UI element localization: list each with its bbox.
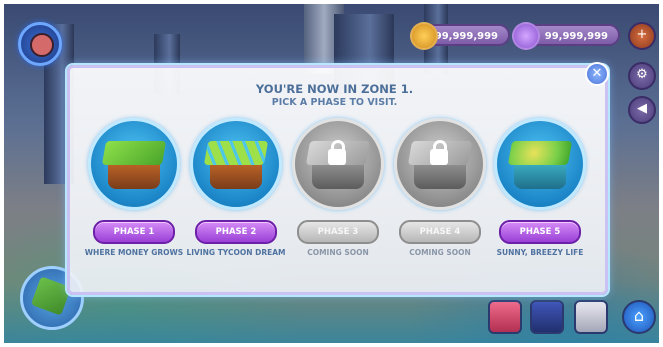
home-icon: ⌂ (633, 306, 645, 325)
phase-5-button[interactable]: PHASE 5 (499, 220, 581, 244)
coin-amount: 99,999,999 (434, 31, 498, 42)
shop-button[interactable] (488, 300, 522, 334)
phase-4-island-globe (394, 118, 486, 210)
add-currency-button[interactable]: + (628, 22, 656, 50)
phase-2-button[interactable]: PHASE 2 (195, 220, 277, 244)
phase-5-description: SUNNY, BREEZY LIFE (496, 248, 584, 257)
phase-1-island-globe[interactable] (88, 118, 180, 210)
dialog-subtitle: PICK A PHASE TO VISIT. (271, 97, 398, 108)
island-icon (507, 141, 573, 191)
speaker-icon: ◀ (637, 101, 647, 116)
phase-3-island-globe (292, 118, 384, 210)
home-button[interactable]: ⌂ (622, 300, 656, 334)
phase-1-description: WHERE MONEY GROWS (84, 248, 184, 257)
island-icon (203, 141, 269, 191)
close-icon: ✕ (591, 66, 603, 81)
settings-button[interactable]: ⚙ (628, 62, 656, 90)
world-map-icon (30, 276, 72, 316)
phase-4-description: COMING SOON (409, 248, 471, 257)
phase-card-4: PHASE 4 COMING SOON (390, 118, 490, 258)
phase-1-button[interactable]: PHASE 1 (93, 220, 175, 244)
gear-icon: ⚙ (636, 67, 648, 82)
sound-button[interactable]: ◀ (628, 96, 656, 124)
avatar-icon (30, 33, 54, 57)
gem-icon (512, 22, 540, 50)
phase-5-island-globe[interactable] (494, 118, 586, 210)
lock-icon (430, 140, 448, 165)
build-button[interactable] (530, 300, 564, 334)
coin-icon (410, 22, 438, 50)
gem-amount: 99,999,999 (544, 31, 608, 42)
phase-card-5: PHASE 5 SUNNY, BREEZY LIFE (490, 118, 590, 258)
phase-2-description: LIVING TYCOON DREAM (186, 248, 286, 257)
lock-icon (328, 140, 346, 165)
phase-card-1: PHASE 1 WHERE MONEY GROWS (84, 118, 184, 258)
phase-3-description: COMING SOON (307, 248, 369, 257)
dialog-title: YOU'RE NOW IN ZONE 1. (255, 82, 414, 96)
phase-card-2: PHASE 2 LIVING TYCOON DREAM (186, 118, 286, 258)
add-currency-icon: + (636, 27, 648, 42)
island-icon (101, 141, 167, 191)
player-avatar-button[interactable] (18, 22, 62, 66)
cards-button[interactable] (574, 300, 608, 334)
phase-4-button[interactable]: PHASE 4 (399, 220, 481, 244)
phase-card-3: PHASE 3 COMING SOON (288, 118, 388, 258)
phase-3-button[interactable]: PHASE 3 (297, 220, 379, 244)
phase-2-island-globe[interactable] (190, 118, 282, 210)
